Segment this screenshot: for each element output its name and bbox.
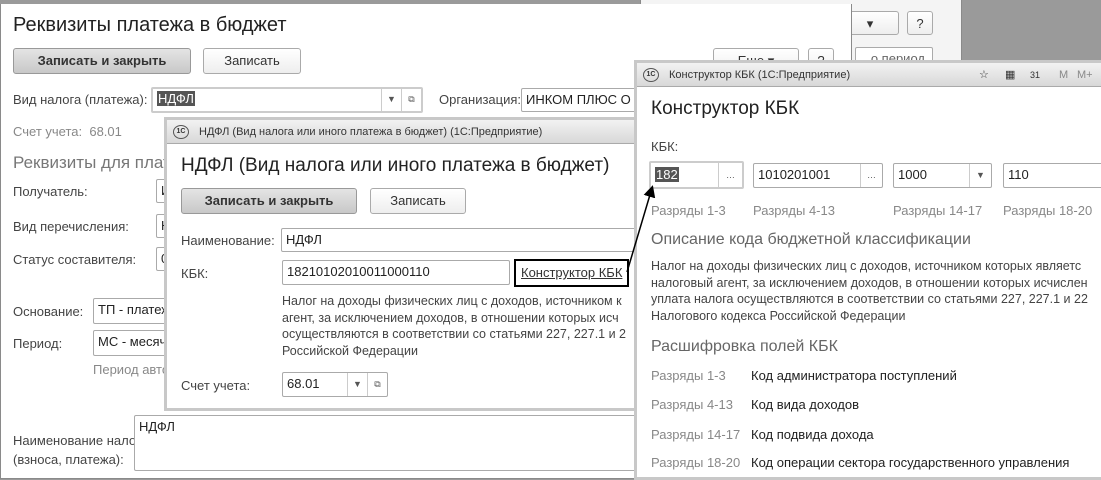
annotation-arrow-icon <box>626 185 656 273</box>
